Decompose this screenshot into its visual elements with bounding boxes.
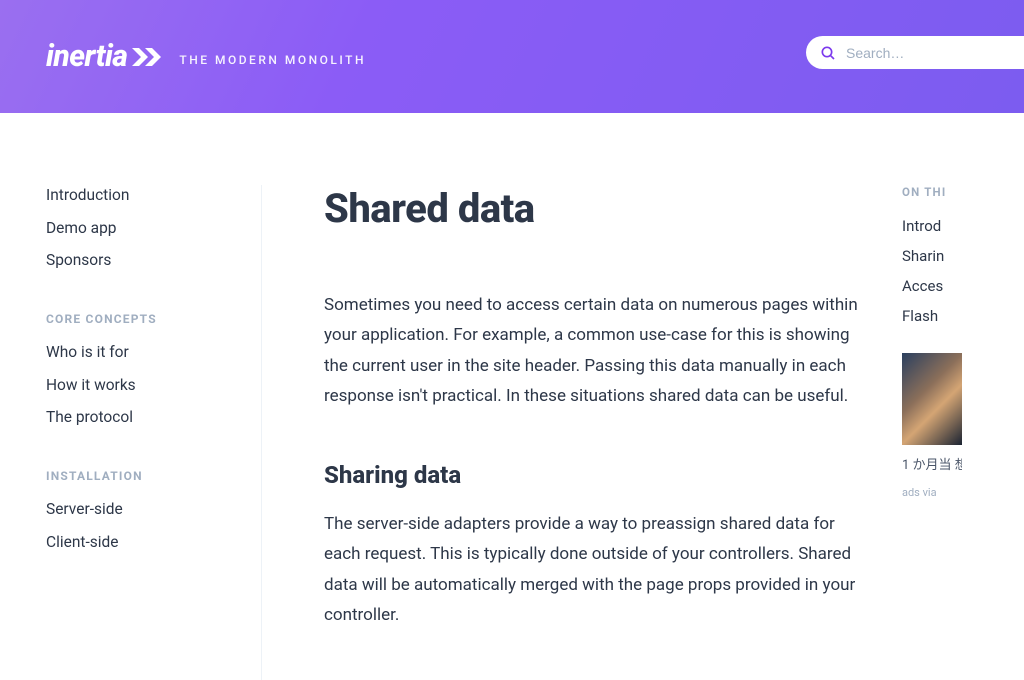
section-sharing-data-body: The server-side adapters provide a way t… [324,509,862,630]
nav-heading-installation: INSTALLATION [46,469,221,483]
ad-block[interactable]: 1 か月当 想マシ ご利用 ads via [902,353,962,499]
nav-group-installation: INSTALLATION Server-side Client-side [46,469,221,553]
nav-item-who-is-it-for[interactable]: Who is it for [46,342,221,364]
main-content: Shared data Sometimes you need to access… [262,185,902,680]
sidebar-right: ON THI Introd Sharin Acces Flash 1 か月当 想… [902,185,962,680]
logo-group[interactable]: inertia THE MODERN MONOLITH [46,39,366,74]
ad-image [902,353,962,445]
tagline: THE MODERN MONOLITH [179,53,366,67]
nav-item-demo-app[interactable]: Demo app [46,218,221,240]
intro-paragraph: Sometimes you need to access certain dat… [324,290,862,411]
nav-item-how-it-works[interactable]: How it works [46,375,221,397]
toc-item-introduction[interactable]: Introd [902,217,962,235]
nav-item-the-protocol[interactable]: The protocol [46,407,221,429]
ad-text: 1 か月当 想マシ ご利用 [902,457,962,476]
header: inertia THE MODERN MONOLITH [0,0,1024,113]
toc-item-flash[interactable]: Flash [902,307,962,325]
sidebar-left: Introduction Demo app Sponsors CORE CONC… [0,185,262,680]
nav-item-introduction[interactable]: Introduction [46,185,221,207]
section-sharing-data-title: Sharing data [324,461,862,489]
toc-item-accessing[interactable]: Acces [902,277,962,295]
page-title: Shared data [324,185,862,232]
search-input[interactable] [846,45,1010,61]
nav-heading-core: CORE CONCEPTS [46,312,221,326]
toc-heading: ON THI [902,185,962,199]
nav-item-sponsors[interactable]: Sponsors [46,250,221,272]
logo: inertia [46,39,165,74]
nav-group-core-concepts: CORE CONCEPTS Who is it for How it works… [46,312,221,429]
content-area: Introduction Demo app Sponsors CORE CONC… [0,113,1024,680]
chevrons-icon [131,47,165,67]
logo-text: inertia [46,39,127,74]
nav-item-server-side[interactable]: Server-side [46,499,221,521]
ad-via: ads via [902,486,962,499]
search-bar[interactable] [806,36,1024,69]
nav-item-client-side[interactable]: Client-side [46,532,221,554]
nav-group-general: Introduction Demo app Sponsors [46,185,221,272]
search-icon [820,45,836,61]
toc-item-sharing[interactable]: Sharin [902,247,962,265]
